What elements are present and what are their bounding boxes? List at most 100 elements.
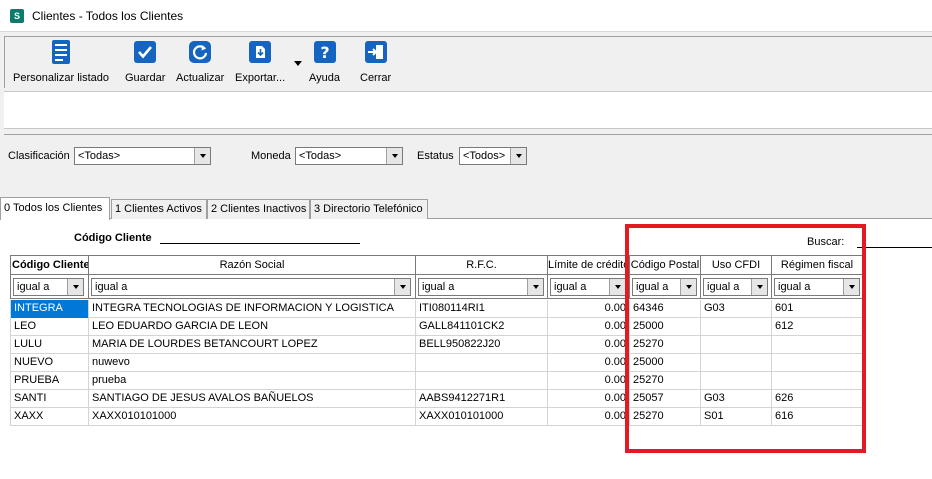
chevron-down-icon[interactable]	[386, 148, 402, 164]
tab-active-clients[interactable]: 1 Clientes Activos	[111, 199, 207, 219]
chevron-down-icon[interactable]	[751, 279, 767, 295]
cell-code[interactable]: XAXX	[10, 408, 88, 426]
table-row[interactable]: INTEGRA INTEGRA TECNOLOGIAS DE INFORMACI…	[10, 300, 863, 318]
classification-select[interactable]: <Todas>	[74, 147, 211, 165]
chevron-down-icon[interactable]	[510, 148, 526, 164]
status-select[interactable]: <Todos>	[459, 147, 527, 165]
filter-bar: Clasificación <Todas> Moneda <Todas> Est…	[4, 134, 932, 189]
cell-name[interactable]: nuwevo	[88, 354, 415, 372]
export-dropdown-arrow-icon[interactable]	[294, 61, 302, 66]
cell-credit-limit[interactable]: 0.00	[547, 318, 629, 336]
cell-code[interactable]: LEO	[10, 318, 88, 336]
cell-cfdi-use[interactable]	[700, 372, 771, 390]
cell-postal-code[interactable]: 64346	[629, 300, 700, 318]
table-row[interactable]: LULU MARIA DE LOURDES BETANCOURT LOPEZ B…	[10, 336, 863, 354]
cell-cfdi-use[interactable]: G03	[700, 390, 771, 408]
cell-postal-code[interactable]: 25270	[629, 336, 700, 354]
cell-cfdi-use[interactable]	[700, 336, 771, 354]
chevron-down-icon[interactable]	[67, 279, 83, 295]
cell-credit-limit[interactable]: 0.00	[547, 300, 629, 318]
cell-cfdi-use[interactable]: G03	[700, 300, 771, 318]
filter-select-credit-limit[interactable]: igual a	[550, 278, 626, 296]
close-button[interactable]: Cerrar	[360, 39, 391, 84]
cell-rfc[interactable]: GALL841101CK2	[415, 318, 547, 336]
cell-code[interactable]: SANTI	[10, 390, 88, 408]
filter-select-code[interactable]: igual a	[13, 278, 84, 296]
cell-credit-limit[interactable]: 0.00	[547, 390, 629, 408]
table-row[interactable]: NUEVO nuwevo 0.00 25000	[10, 354, 863, 372]
column-header-rfc[interactable]: R.F.C.	[415, 255, 547, 275]
cell-code[interactable]: PRUEBA	[10, 372, 88, 390]
cell-rfc[interactable]	[415, 372, 547, 390]
cell-name[interactable]: XAXX010101000	[88, 408, 415, 426]
column-header-credit-limit[interactable]: Límite de crédito	[547, 255, 629, 275]
filter-select-cfdi-use[interactable]: igual a	[703, 278, 768, 296]
chevron-down-icon[interactable]	[394, 279, 410, 295]
table-row[interactable]: XAXX XAXX010101000 XAXX010101000 0.00 25…	[10, 408, 863, 426]
table-row[interactable]: PRUEBA prueba 0.00 25270	[10, 372, 863, 390]
cell-code[interactable]: LULU	[10, 336, 88, 354]
classification-value: <Todas>	[78, 150, 121, 162]
cell-code[interactable]: NUEVO	[10, 354, 88, 372]
cell-code[interactable]: INTEGRA	[10, 300, 88, 318]
currency-select[interactable]: <Todas>	[295, 147, 403, 165]
chevron-down-icon[interactable]	[680, 279, 696, 295]
tab-inactive-clients[interactable]: 2 Clientes Inactivos	[207, 199, 310, 219]
column-header-tax-regime[interactable]: Régimen fiscal	[771, 255, 863, 275]
cell-name[interactable]: prueba	[88, 372, 415, 390]
save-button[interactable]: Guardar	[125, 39, 165, 84]
filter-select-name[interactable]: igual a	[91, 278, 411, 296]
chevron-down-icon[interactable]	[527, 279, 543, 295]
column-header-cfdi-use[interactable]: Uso CFDI	[700, 255, 771, 275]
table-row[interactable]: LEO LEO EDUARDO GARCIA DE LEON GALL84110…	[10, 318, 863, 336]
search-input[interactable]	[857, 247, 932, 248]
cell-rfc[interactable]: ITI080114RI1	[415, 300, 547, 318]
filter-cell-cfdi-use: igual a	[700, 275, 771, 299]
cell-tax-regime[interactable]	[771, 372, 863, 390]
cell-credit-limit[interactable]: 0.00	[547, 372, 629, 390]
filter-select-rfc[interactable]: igual a	[418, 278, 544, 296]
customize-list-label: Personalizar listado	[13, 72, 109, 84]
refresh-button[interactable]: Actualizar	[176, 39, 224, 84]
tab-phone-directory[interactable]: 3 Directorio Telefónico	[310, 199, 428, 219]
cell-postal-code[interactable]: 25057	[629, 390, 700, 408]
client-code-input[interactable]	[160, 243, 360, 244]
customize-list-button[interactable]: Personalizar listado	[13, 39, 109, 84]
cell-rfc[interactable]: XAXX010101000	[415, 408, 547, 426]
cell-tax-regime[interactable]	[771, 336, 863, 354]
cell-tax-regime[interactable]: 601	[771, 300, 863, 318]
cell-postal-code[interactable]: 25000	[629, 318, 700, 336]
cell-credit-limit[interactable]: 0.00	[547, 354, 629, 372]
cell-postal-code[interactable]: 25000	[629, 354, 700, 372]
export-button[interactable]: Exportar...	[235, 39, 285, 84]
column-header-name[interactable]: Razón Social	[88, 255, 415, 275]
help-button[interactable]: ? Ayuda	[309, 39, 340, 84]
cell-tax-regime[interactable]: 626	[771, 390, 863, 408]
cell-tax-regime[interactable]: 612	[771, 318, 863, 336]
cell-name[interactable]: INTEGRA TECNOLOGIAS DE INFORMACION Y LOG…	[88, 300, 415, 318]
tab-all-clients[interactable]: 0 Todos los Clientes	[0, 197, 110, 220]
cell-name[interactable]: MARIA DE LOURDES BETANCOURT LOPEZ	[88, 336, 415, 354]
cell-tax-regime[interactable]: 616	[771, 408, 863, 426]
cell-name[interactable]: LEO EDUARDO GARCIA DE LEON	[88, 318, 415, 336]
cell-rfc[interactable]: BELL950822J20	[415, 336, 547, 354]
cell-cfdi-use[interactable]	[700, 354, 771, 372]
filter-select-tax-regime[interactable]: igual a	[774, 278, 860, 296]
cell-postal-code[interactable]: 25270	[629, 408, 700, 426]
filter-select-postal-code[interactable]: igual a	[632, 278, 697, 296]
cell-credit-limit[interactable]: 0.00	[547, 408, 629, 426]
cell-cfdi-use[interactable]: S01	[700, 408, 771, 426]
cell-rfc[interactable]: AABS9412271R1	[415, 390, 547, 408]
table-row[interactable]: SANTI SANTIAGO DE JESUS AVALOS BAÑUELOS …	[10, 390, 863, 408]
column-header-code[interactable]: Código Cliente	[10, 255, 88, 275]
chevron-down-icon[interactable]	[609, 279, 625, 295]
cell-credit-limit[interactable]: 0.00	[547, 336, 629, 354]
cell-rfc[interactable]	[415, 354, 547, 372]
cell-cfdi-use[interactable]	[700, 318, 771, 336]
chevron-down-icon[interactable]	[843, 279, 859, 295]
cell-name[interactable]: SANTIAGO DE JESUS AVALOS BAÑUELOS	[88, 390, 415, 408]
cell-tax-regime[interactable]	[771, 354, 863, 372]
column-header-postal-code[interactable]: Código Postal	[629, 255, 700, 275]
chevron-down-icon[interactable]	[194, 148, 210, 164]
cell-postal-code[interactable]: 25270	[629, 372, 700, 390]
